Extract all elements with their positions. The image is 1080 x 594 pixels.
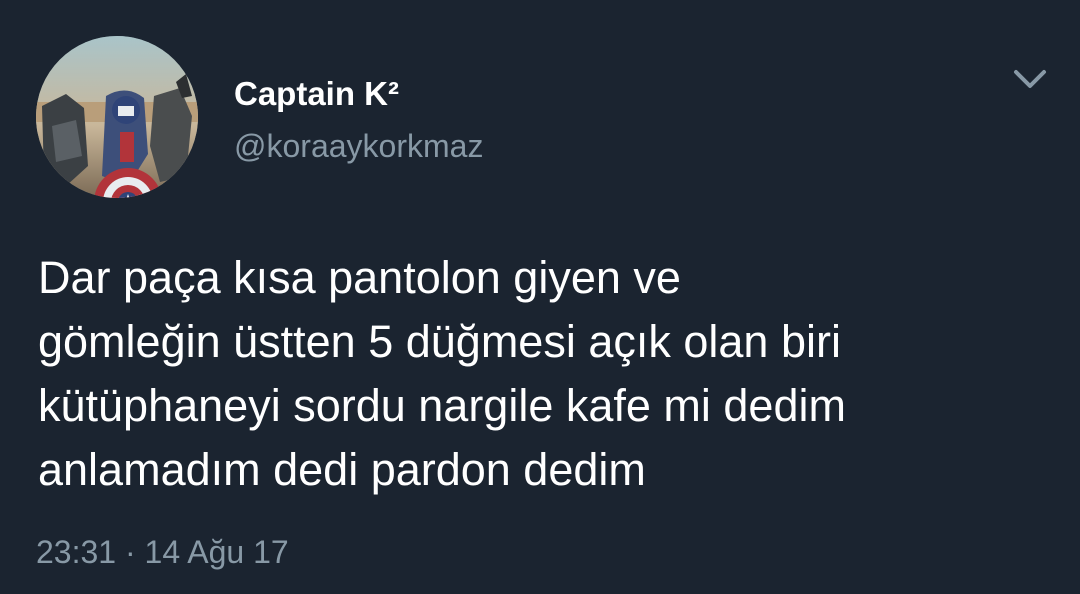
tweet-text: Dar paça kısa pantolon giyen ve gömleğin… xyxy=(38,246,1068,502)
display-name[interactable]: Captain K² xyxy=(234,74,399,114)
avatar[interactable] xyxy=(36,36,198,198)
tweet-text-line: gömleğin üstten 5 düğmesi açık olan biri xyxy=(38,316,841,367)
chevron-down-icon[interactable] xyxy=(1010,64,1050,94)
tweet-text-line: anlamadım dedi pardon dedim xyxy=(38,444,646,495)
avatar-image xyxy=(36,36,198,198)
user-handle[interactable]: @koraaykorkmaz xyxy=(234,126,483,166)
tweet-card: Captain K² @koraaykorkmaz Dar paça kısa … xyxy=(0,0,1080,594)
tweet-text-line: kütüphaneyi sordu nargile kafe mi dedim xyxy=(38,380,846,431)
tweet-timestamp[interactable]: 23:31 · 14 Ağu 17 xyxy=(36,532,289,572)
tweet-text-line: Dar paça kısa pantolon giyen ve xyxy=(38,252,681,303)
